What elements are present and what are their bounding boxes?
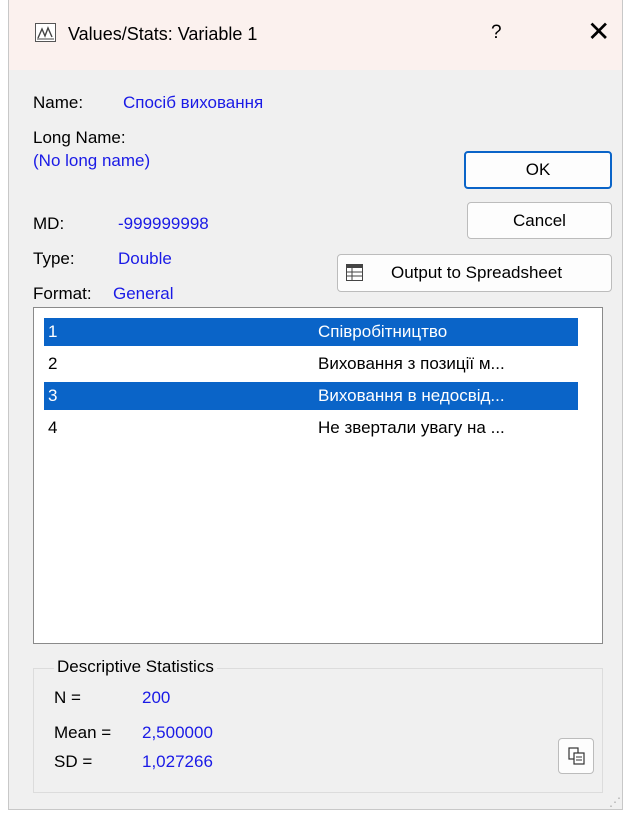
mean-label: Mean = [54,723,112,742]
output-button-label: Output to Spreadsheet [391,263,563,282]
descriptive-statistics-title: Descriptive Statistics [54,657,217,677]
list-item-code: 4 [48,418,58,437]
copy-button[interactable] [558,738,594,774]
list-item-label: Не звертали увагу на ... [318,418,505,437]
mean-value: 2,500000 [142,723,213,742]
ok-button[interactable]: OK [464,151,612,189]
list-item[interactable]: 4 Не звертали увагу на ... [44,414,578,442]
dialog-title: Values/Stats: Variable 1 [68,24,258,44]
title-bar: Values/Stats: Variable 1 ? ✕ [9,0,622,70]
name-value: Спосіб виховання [123,93,264,112]
type-label: Type: [33,249,75,268]
help-button[interactable]: ? [491,22,502,44]
spreadsheet-icon [346,264,363,281]
long-name-label: Long Name: [33,128,126,147]
md-value: -999999998 [118,214,209,233]
md-label: MD: [33,214,65,233]
list-item-code: 2 [48,354,58,373]
statistica-graph-icon [35,23,56,42]
list-item[interactable]: 3 Виховання в недосвід... [44,382,578,410]
output-to-spreadsheet-button[interactable]: Output to Spreadsheet [337,254,612,292]
ok-button-label: OK [525,160,551,179]
list-item-label: Співробітництво [318,322,448,341]
format-label: Format: [33,284,92,303]
list-item-code: 3 [48,386,58,405]
list-item[interactable]: 1 Співробітництво [44,318,578,346]
cancel-button[interactable]: Cancel [467,202,612,239]
list-item[interactable]: 2 Виховання з позиції м... [44,350,578,378]
sd-label: SD = [54,752,93,771]
values-stats-dialog: Values/Stats: Variable 1 ? ✕ Name: Спосі… [8,0,623,810]
name-label: Name: [33,93,84,112]
type-value: Double [118,249,172,268]
n-label: N = [54,688,81,707]
values-list[interactable]: 1 Співробітництво 2 Виховання з позиції … [33,307,603,644]
sd-value: 1,027266 [142,752,213,771]
list-item-code: 1 [48,322,58,341]
close-button[interactable]: ✕ [587,15,610,48]
resize-grip[interactable]: ⋰ [609,795,621,809]
list-item-label: Виховання в недосвід... [318,386,505,405]
descriptive-statistics-group [33,668,603,793]
list-item-label: Виховання з позиції м... [318,354,505,373]
format-value: General [113,284,174,303]
cancel-button-label: Cancel [513,211,566,230]
long-name-value: (No long name) [33,151,151,170]
n-value: 200 [142,688,171,707]
